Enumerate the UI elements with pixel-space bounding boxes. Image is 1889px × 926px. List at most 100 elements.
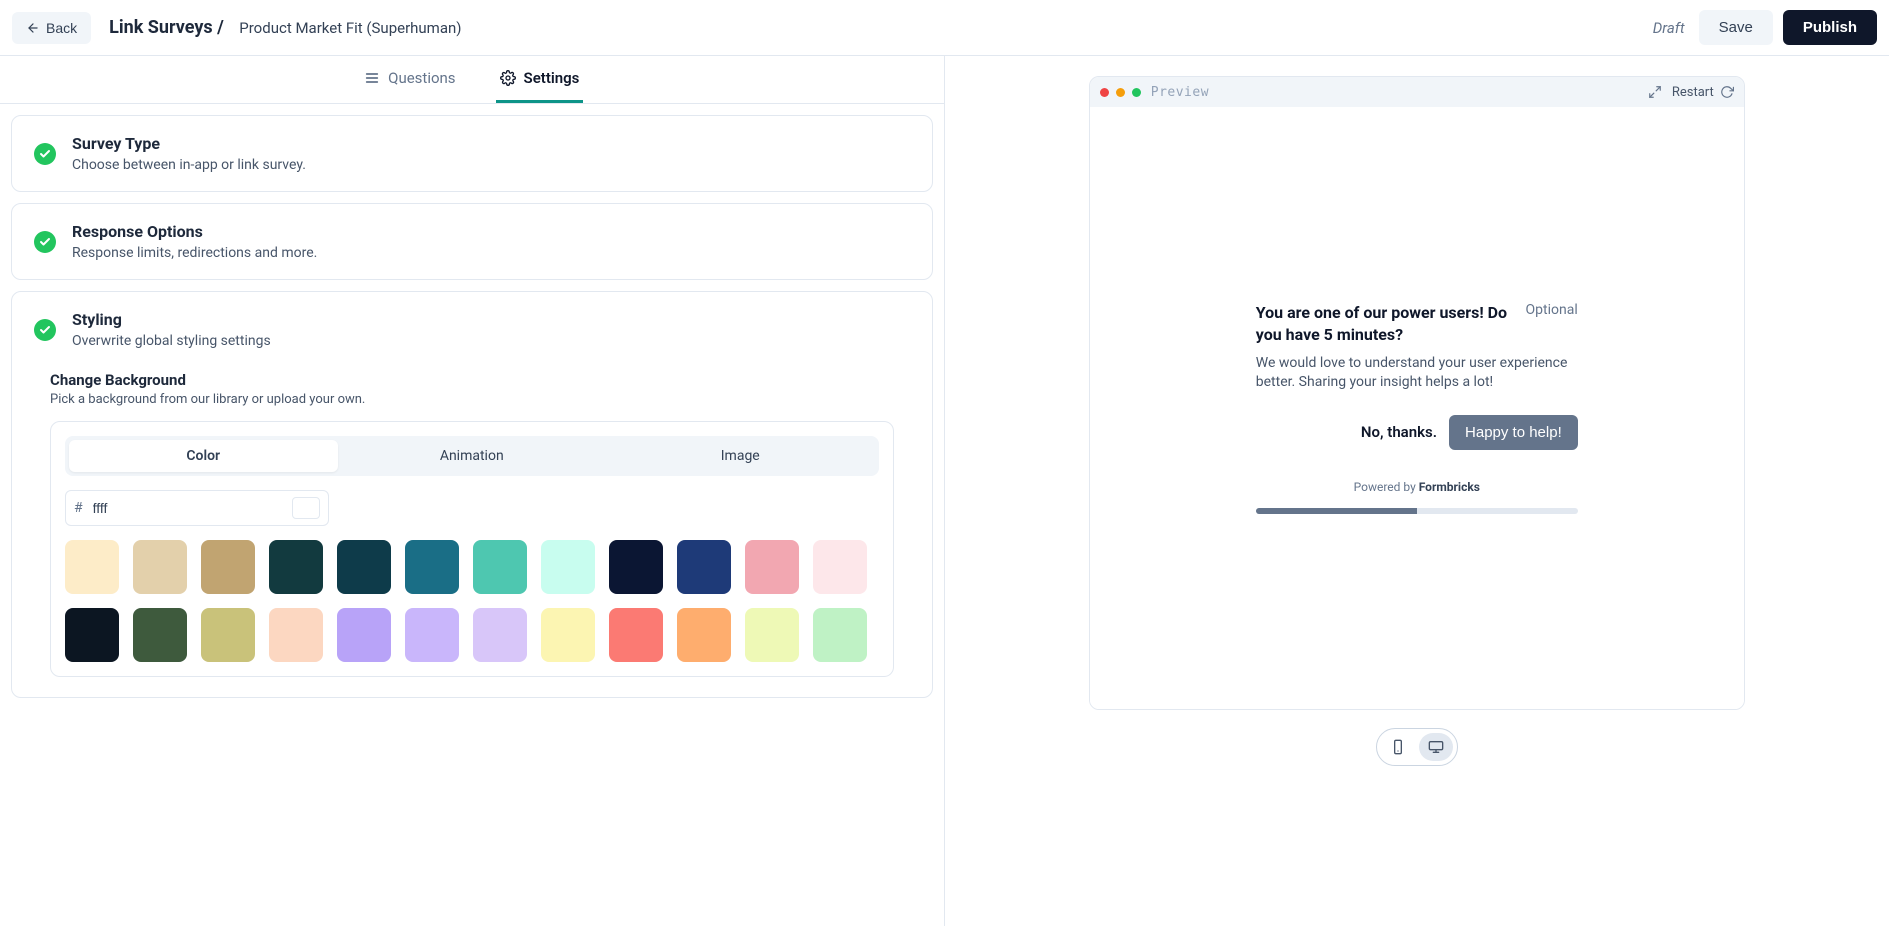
check-icon <box>34 143 56 165</box>
color-swatch[interactable] <box>677 608 731 662</box>
background-tabs: Color Animation Image <box>65 436 879 476</box>
main: Questions Settings Survey Type Choose be… <box>0 56 1889 926</box>
publish-button[interactable]: Publish <box>1783 10 1877 45</box>
survey-progress-bar <box>1256 508 1417 514</box>
color-swatch[interactable] <box>65 608 119 662</box>
card-desc: Choose between in-app or link survey. <box>72 157 910 173</box>
powered-by[interactable]: Powered by Formbricks <box>1256 480 1578 494</box>
color-swatch[interactable] <box>405 540 459 594</box>
color-swatch[interactable] <box>133 608 187 662</box>
color-swatches <box>65 540 879 662</box>
color-swatch[interactable] <box>541 540 595 594</box>
gear-icon <box>500 70 516 86</box>
color-swatch[interactable] <box>745 608 799 662</box>
card-title: Styling <box>72 310 910 329</box>
color-swatch[interactable] <box>473 608 527 662</box>
breadcrumb-root[interactable]: Link Surveys / <box>109 17 224 38</box>
save-button[interactable]: Save <box>1699 10 1773 45</box>
device-mobile-button[interactable] <box>1381 733 1415 761</box>
check-icon <box>34 231 56 253</box>
check-icon <box>34 319 56 341</box>
bg-tab-animation[interactable]: Animation <box>338 440 607 472</box>
preview-body: You are one of our power users! Do you h… <box>1090 107 1744 709</box>
preview-window: Preview Restart Y <box>1089 76 1745 710</box>
hex-preview-swatch <box>292 497 320 519</box>
hex-input[interactable] <box>93 500 292 516</box>
card-desc: Response limits, redirections and more. <box>72 245 910 261</box>
color-swatch[interactable] <box>133 540 187 594</box>
color-swatch[interactable] <box>813 608 867 662</box>
tab-settings[interactable]: Settings <box>496 56 584 103</box>
color-swatch[interactable] <box>201 540 255 594</box>
card-desc: Overwrite global styling settings <box>72 333 910 349</box>
card-title: Response Options <box>72 222 910 241</box>
list-icon <box>364 70 380 86</box>
styling-header[interactable]: Styling Overwrite global styling setting… <box>12 292 932 359</box>
window-dots-icon <box>1100 88 1141 97</box>
card-response-options[interactable]: Response Options Response limits, redire… <box>11 203 933 280</box>
color-swatch[interactable] <box>609 608 663 662</box>
hex-input-wrap[interactable]: # <box>65 490 329 526</box>
tab-settings-label: Settings <box>524 69 580 87</box>
color-swatch[interactable] <box>65 540 119 594</box>
survey-card: You are one of our power users! Do you h… <box>1252 302 1582 513</box>
settings-pane: Questions Settings Survey Type Choose be… <box>0 56 945 926</box>
expand-icon[interactable] <box>1648 85 1662 99</box>
card-title: Survey Type <box>72 134 910 153</box>
background-picker: Color Animation Image # <box>50 421 894 677</box>
powered-brand: Formbricks <box>1419 480 1480 494</box>
color-swatch[interactable] <box>405 608 459 662</box>
device-desktop-button[interactable] <box>1419 733 1453 761</box>
device-toggle <box>1376 728 1458 766</box>
bg-tab-color[interactable]: Color <box>69 440 338 472</box>
arrow-left-icon <box>26 21 40 35</box>
survey-cta-button[interactable]: Happy to help! <box>1449 415 1578 450</box>
section-desc: Pick a background from our library or up… <box>50 392 894 407</box>
hex-prefix: # <box>74 500 83 516</box>
restart-button[interactable]: Restart <box>1672 85 1734 100</box>
color-swatch[interactable] <box>269 540 323 594</box>
card-survey-type[interactable]: Survey Type Choose between in-app or lin… <box>11 115 933 192</box>
monitor-icon <box>1428 739 1444 755</box>
survey-optional-badge: Optional <box>1526 302 1578 318</box>
survey-name: Product Market Fit (Superhuman) <box>239 19 461 37</box>
color-swatch[interactable] <box>609 540 663 594</box>
header-right: Draft Save Publish <box>1653 10 1877 45</box>
color-swatch[interactable] <box>813 540 867 594</box>
back-label: Back <box>46 20 77 36</box>
color-swatch[interactable] <box>337 540 391 594</box>
header-left: Back Link Surveys / Product Market Fit (… <box>12 12 462 44</box>
preview-label: Preview <box>1151 85 1209 100</box>
color-swatch[interactable] <box>745 540 799 594</box>
preview-titlebar: Preview Restart <box>1090 77 1744 107</box>
back-button[interactable]: Back <box>12 12 91 44</box>
powered-prefix: Powered by <box>1354 480 1419 494</box>
survey-description: We would love to understand your user ex… <box>1256 354 1578 393</box>
section-title: Change Background <box>50 371 894 389</box>
color-swatch[interactable] <box>473 540 527 594</box>
tab-questions-label: Questions <box>388 69 455 87</box>
color-swatch[interactable] <box>677 540 731 594</box>
survey-skip-button[interactable]: No, thanks. <box>1361 423 1437 441</box>
refresh-icon <box>1720 85 1734 99</box>
card-styling: Styling Overwrite global styling setting… <box>11 291 933 698</box>
color-swatch[interactable] <box>337 608 391 662</box>
survey-progress <box>1256 508 1578 514</box>
tab-questions[interactable]: Questions <box>360 56 459 103</box>
preview-actions: Restart <box>1648 85 1734 100</box>
restart-label: Restart <box>1672 85 1714 100</box>
status-badge: Draft <box>1653 19 1685 37</box>
color-swatch[interactable] <box>541 608 595 662</box>
hex-row: # <box>65 490 879 526</box>
editor-tabs: Questions Settings <box>0 56 944 104</box>
breadcrumb: Link Surveys / Product Market Fit (Super… <box>109 17 461 38</box>
color-swatch[interactable] <box>269 608 323 662</box>
color-swatch[interactable] <box>201 608 255 662</box>
smartphone-icon <box>1390 739 1406 755</box>
bg-tab-image[interactable]: Image <box>606 440 875 472</box>
survey-question: You are one of our power users! Do you h… <box>1256 302 1516 345</box>
header: Back Link Surveys / Product Market Fit (… <box>0 0 1889 56</box>
settings-cards: Survey Type Choose between in-app or lin… <box>0 104 944 709</box>
preview-pane: Preview Restart Y <box>945 56 1889 926</box>
change-background-section: Change Background Pick a background from… <box>12 359 932 677</box>
